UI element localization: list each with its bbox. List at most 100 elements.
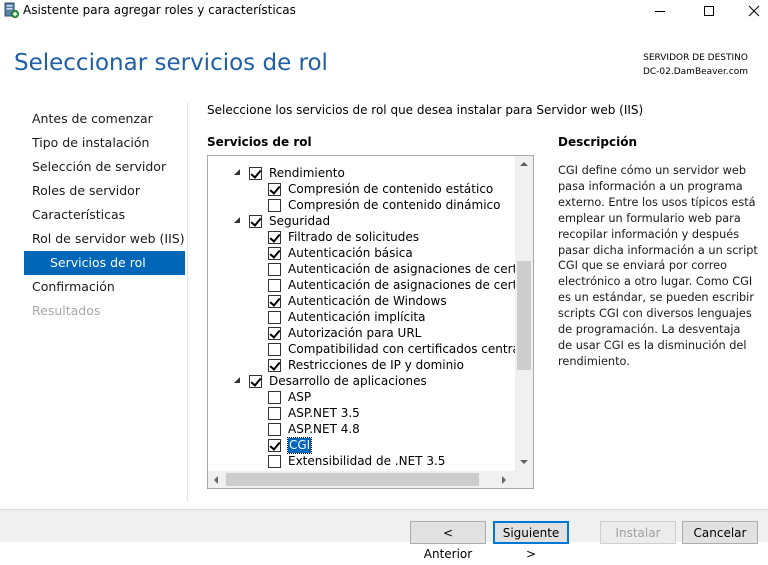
- tree-row[interactable]: Rendimiento: [208, 165, 515, 181]
- description-text: CGI define cómo un servidor web pasa inf…: [558, 164, 758, 368]
- tree-item-label: Autenticación de asignaciones de certifi…: [288, 278, 534, 292]
- vertical-scroll-thumb[interactable]: [517, 261, 531, 370]
- destination-server-name: DC-02.DamBeaver.com: [642, 67, 748, 77]
- horizontal-scrollbar[interactable]: [208, 471, 515, 488]
- checkbox-checked[interactable]: [268, 439, 281, 452]
- wizard-footer: < Anterior Siguiente > Instalar Cancelar: [0, 509, 768, 561]
- tree-item-label: Autenticación de asignaciones de certifi…: [288, 262, 534, 276]
- tree-item-label: Autorización para URL: [288, 326, 422, 340]
- tree-item-label: Compresión de contenido estático: [288, 182, 494, 196]
- tree-row[interactable]: Compresión de contenido estático: [208, 181, 515, 197]
- tree-item-label: Seguridad: [269, 214, 331, 228]
- checkbox-checked[interactable]: [249, 215, 262, 228]
- description-header: Descripción: [558, 135, 637, 149]
- install-button: Instalar: [600, 521, 676, 544]
- checkbox-unchecked[interactable]: [268, 407, 281, 420]
- server-manager-icon: [3, 2, 19, 18]
- collapse-arrow-icon[interactable]: [234, 169, 240, 175]
- role-services-header: Servicios de rol: [207, 135, 312, 149]
- tree-item-label: Extensibilidad de .NET 3.5: [288, 454, 446, 468]
- tree-item-label: Autenticación de Windows: [288, 294, 447, 308]
- scroll-right-icon[interactable]: [502, 476, 506, 484]
- minimize-button[interactable]: [637, 0, 683, 22]
- tree-row[interactable]: Autenticación de Windows: [208, 293, 515, 309]
- tree-item-label: Desarrollo de aplicaciones: [269, 374, 427, 388]
- page-title: Seleccionar servicios de rol: [14, 50, 328, 76]
- destination-server: SERVIDOR DE DESTINO DC-02.DamBeaver.com: [643, 51, 748, 79]
- scroll-down-icon[interactable]: [520, 460, 528, 464]
- checkbox-checked[interactable]: [268, 247, 281, 260]
- maximize-button[interactable]: [686, 0, 732, 22]
- nav-divider: [187, 102, 188, 502]
- tree-row[interactable]: ASP: [208, 389, 515, 405]
- scroll-up-icon[interactable]: [520, 162, 528, 166]
- tree-item-label: ASP.NET 4.8: [288, 422, 360, 436]
- tree-row[interactable]: Restricciones de IP y dominio: [208, 357, 515, 373]
- destination-label: SERVIDOR DE DESTINO: [643, 53, 748, 63]
- checkbox-unchecked[interactable]: [268, 455, 281, 468]
- tree-item-label: CGI: [286, 437, 313, 454]
- tree-row[interactable]: Autenticación de asignaciones de certifi…: [208, 261, 533, 277]
- collapse-arrow-icon[interactable]: [234, 217, 240, 223]
- tree-row[interactable]: Autenticación básica: [208, 245, 515, 261]
- checkbox-checked[interactable]: [268, 231, 281, 244]
- nav-item-roles-de-servidor[interactable]: Roles de servidor: [24, 179, 185, 203]
- checkbox-unchecked[interactable]: [268, 391, 281, 404]
- tree-row[interactable]: Extensibilidad de .NET 3.5: [208, 453, 515, 469]
- role-services-tree[interactable]: Rendimiento Compresión de contenido estát…: [207, 155, 534, 489]
- checkbox-checked[interactable]: [268, 183, 281, 196]
- tree-row[interactable]: CGI: [208, 437, 515, 454]
- nav-item-resultados: Resultados: [32, 303, 101, 318]
- checkbox-unchecked[interactable]: [268, 343, 281, 356]
- horizontal-scroll-thumb[interactable]: [226, 473, 479, 486]
- checkbox-checked[interactable]: [268, 327, 281, 340]
- nav-item-confirmacion[interactable]: Confirmación: [24, 275, 185, 299]
- tree-row[interactable]: ASP.NET 3.5: [208, 405, 515, 421]
- tree-row[interactable]: Filtrado de solicitudes: [208, 229, 515, 245]
- tree-row[interactable]: Desarrollo de aplicaciones: [208, 373, 515, 389]
- tree-row[interactable]: Seguridad: [208, 213, 515, 229]
- tree-item-label: Autenticación implícita: [288, 310, 426, 324]
- close-icon: [748, 5, 760, 17]
- nav-item-tipo-de-instalacion[interactable]: Tipo de instalación: [24, 131, 185, 155]
- window-title: Asistente para agregar roles y caracterí…: [23, 3, 296, 17]
- checkbox-checked[interactable]: [268, 295, 281, 308]
- scroll-left-icon[interactable]: [214, 476, 218, 484]
- back-button[interactable]: < Anterior: [410, 521, 486, 561]
- title-bar: Asistente para agregar roles y caracterí…: [0, 0, 768, 22]
- checkbox-unchecked[interactable]: [268, 311, 281, 324]
- minimize-icon: [655, 11, 665, 12]
- wizard-nav: Antes de comenzar Tipo de instalación Se…: [24, 107, 185, 323]
- tree-item-label: Autenticación básica: [288, 246, 413, 260]
- checkbox-checked[interactable]: [249, 375, 262, 388]
- checkbox-checked[interactable]: [249, 167, 262, 180]
- tree-row[interactable]: Autorización para URL: [208, 325, 515, 341]
- tree-row[interactable]: Autenticación de asignaciones de certifi…: [208, 277, 533, 293]
- tree-row[interactable]: Autenticación implícita: [208, 309, 515, 325]
- nav-item-antes-de-comenzar[interactable]: Antes de comenzar: [24, 107, 185, 131]
- scrollbar-corner: [515, 471, 533, 488]
- nav-item-rol-servidor-web[interactable]: Rol de servidor web (IIS): [24, 227, 185, 251]
- nav-item-servicios-de-rol[interactable]: Servicios de rol: [24, 251, 185, 275]
- checkbox-unchecked[interactable]: [268, 423, 281, 436]
- tree-row[interactable]: Compatibilidad con certificados centrali…: [208, 341, 533, 357]
- checkbox-unchecked[interactable]: [268, 279, 281, 292]
- tree-row[interactable]: Compresión de contenido dinámico: [208, 197, 515, 213]
- close-button[interactable]: [731, 0, 768, 22]
- checkbox-checked[interactable]: [268, 359, 281, 372]
- collapse-arrow-icon[interactable]: [234, 377, 240, 383]
- tree-row[interactable]: ASP.NET 4.8: [208, 421, 515, 437]
- checkbox-unchecked[interactable]: [268, 199, 281, 212]
- checkbox-unchecked[interactable]: [268, 263, 281, 276]
- nav-item-caracteristicas[interactable]: Características: [24, 203, 185, 227]
- tree-item-label: Restricciones de IP y dominio: [288, 358, 464, 372]
- instruction-text: Seleccione los servicios de rol que dese…: [207, 103, 644, 117]
- maximize-icon: [704, 6, 714, 16]
- nav-item-seleccion-de-servidor[interactable]: Selección de servidor: [24, 155, 185, 179]
- tree-item-label: Rendimiento: [269, 166, 345, 180]
- vertical-scrollbar[interactable]: [515, 156, 533, 471]
- cancel-button[interactable]: Cancelar: [682, 521, 758, 544]
- tree-item-label: Filtrado de solicitudes: [288, 230, 420, 244]
- tree-item-label: ASP.NET 3.5: [288, 406, 360, 420]
- next-button[interactable]: Siguiente >: [493, 521, 569, 561]
